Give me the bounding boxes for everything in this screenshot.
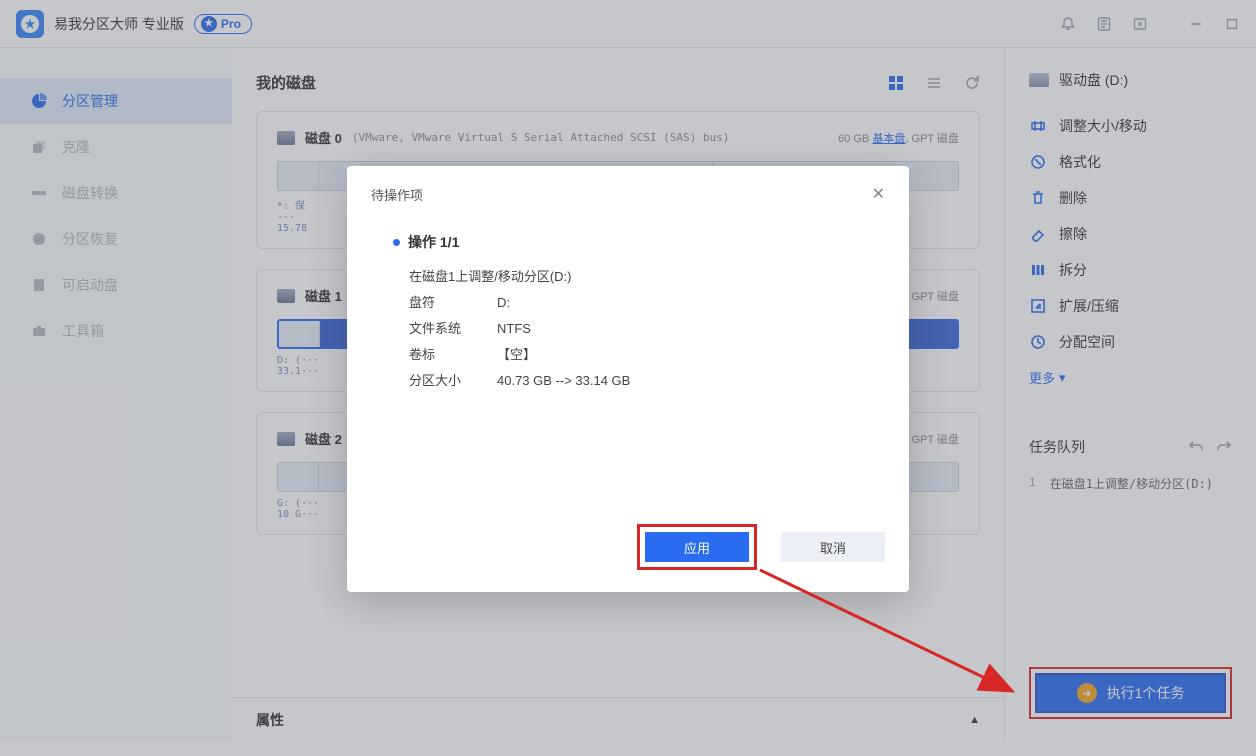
dialog-title: 待操作项 <box>371 185 423 204</box>
apply-button[interactable]: 应用 <box>645 532 749 562</box>
pending-dialog: 待操作项 ✕ 操作 1/1 在磁盘1上调整/移动分区(D:) 盘符D: 文件系统… <box>347 166 909 592</box>
close-icon[interactable]: ✕ <box>872 184 885 204</box>
apply-highlight: 应用 <box>637 524 757 570</box>
modal-overlay: 待操作项 ✕ 操作 1/1 在磁盘1上调整/移动分区(D:) 盘符D: 文件系统… <box>0 0 1256 756</box>
op-summary: 在磁盘1上调整/移动分区(D:) <box>409 264 885 290</box>
bullet-icon <box>393 239 400 246</box>
cancel-button[interactable]: 取消 <box>781 532 885 562</box>
